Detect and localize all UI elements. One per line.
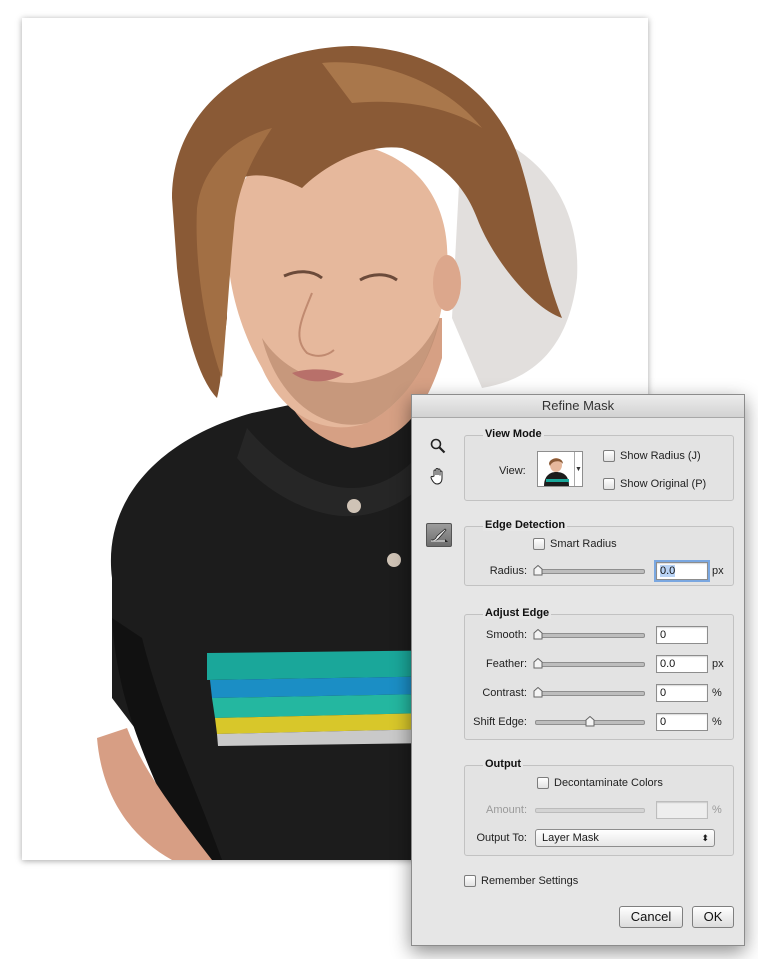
contrast-input[interactable]: 0	[656, 684, 708, 702]
feather-slider[interactable]	[533, 657, 645, 668]
adjust-edge-legend: Adjust Edge	[483, 607, 552, 619]
view-mode-legend: View Mode	[483, 428, 544, 440]
view-mode-group: View Mode View: ▼ Show Radius (J) Show O…	[464, 428, 734, 501]
smart-radius-checkbox[interactable]	[533, 538, 545, 550]
remember-settings-checkbox[interactable]	[464, 875, 476, 887]
remember-settings-option[interactable]: Remember Settings	[464, 875, 578, 887]
decontaminate-checkbox[interactable]	[537, 777, 549, 789]
remember-settings-label: Remember Settings	[481, 875, 579, 887]
dialog-title: Refine Mask	[412, 395, 744, 418]
tool-column	[426, 435, 454, 547]
radius-value: 0.0	[660, 565, 676, 577]
decontaminate-label: Decontaminate Colors	[554, 777, 663, 789]
shift-edge-label: Shift Edge:	[473, 716, 527, 728]
view-label: View:	[499, 465, 526, 477]
amount-label: Amount:	[486, 804, 527, 816]
shift-edge-slider-thumb[interactable]	[585, 715, 595, 727]
shift-edge-slider[interactable]	[535, 715, 645, 726]
ok-button[interactable]: OK	[692, 906, 734, 928]
radius-unit: px	[712, 565, 724, 577]
edge-detection-group: Edge Detection Smart Radius Radius: 0.0 …	[464, 519, 734, 586]
view-mode-thumbnail	[538, 452, 574, 486]
feather-label: Feather:	[486, 658, 527, 670]
contrast-unit: %	[712, 687, 722, 699]
decontaminate-option[interactable]: Decontaminate Colors	[537, 777, 663, 789]
radius-slider-thumb[interactable]	[533, 564, 543, 576]
show-original-option[interactable]: Show Original (P)	[603, 478, 706, 490]
smooth-slider[interactable]	[533, 628, 645, 639]
adjust-edge-group: Adjust Edge Smooth: 0 Feather: 0.0 px Co…	[464, 607, 734, 740]
radius-input[interactable]: 0.0	[654, 560, 710, 582]
radius-label: Radius:	[489, 565, 527, 577]
output-to-label: Output To:	[476, 832, 527, 844]
view-mode-picker[interactable]: ▼	[537, 451, 583, 487]
smooth-input[interactable]: 0	[656, 626, 708, 644]
smart-radius-label: Smart Radius	[550, 538, 617, 550]
amount-input	[656, 801, 708, 819]
refine-radius-brush-icon[interactable]	[426, 523, 452, 547]
amount-unit: %	[712, 804, 722, 816]
magnifier-icon[interactable]	[426, 435, 450, 457]
show-original-label: Show Original (P)	[620, 478, 707, 490]
show-original-checkbox[interactable]	[603, 478, 615, 490]
shift-edge-unit: %	[712, 716, 722, 728]
amount-slider	[535, 807, 645, 813]
smooth-label: Smooth:	[486, 629, 527, 641]
output-to-value: Layer Mask	[542, 832, 599, 844]
smooth-slider-thumb[interactable]	[533, 628, 543, 640]
feather-input[interactable]: 0.0	[656, 655, 708, 673]
edge-detection-legend: Edge Detection	[483, 519, 568, 531]
radius-slider[interactable]	[533, 564, 645, 575]
contrast-slider-thumb[interactable]	[533, 686, 543, 698]
smart-radius-option[interactable]: Smart Radius	[533, 538, 617, 550]
show-radius-checkbox[interactable]	[603, 450, 615, 462]
hand-icon[interactable]	[426, 465, 450, 487]
contrast-slider[interactable]	[533, 686, 645, 697]
show-radius-option[interactable]: Show Radius (J)	[603, 450, 701, 462]
shift-edge-input[interactable]: 0	[656, 713, 708, 731]
output-to-select[interactable]: Layer Mask ⬍	[535, 829, 715, 847]
refine-mask-dialog: Refine Mask View Mode View: ▼ Show Radiu…	[411, 394, 745, 946]
output-group: Output Decontaminate Colors Amount: % Ou…	[464, 758, 734, 856]
updown-arrows-icon: ⬍	[701, 833, 709, 843]
contrast-label: Contrast:	[482, 687, 527, 699]
cancel-button[interactable]: Cancel	[619, 906, 683, 928]
chevron-down-icon: ▼	[574, 452, 582, 486]
output-legend: Output	[483, 758, 524, 770]
feather-unit: px	[712, 658, 724, 670]
feather-slider-thumb[interactable]	[533, 657, 543, 669]
show-radius-label: Show Radius (J)	[620, 450, 701, 462]
